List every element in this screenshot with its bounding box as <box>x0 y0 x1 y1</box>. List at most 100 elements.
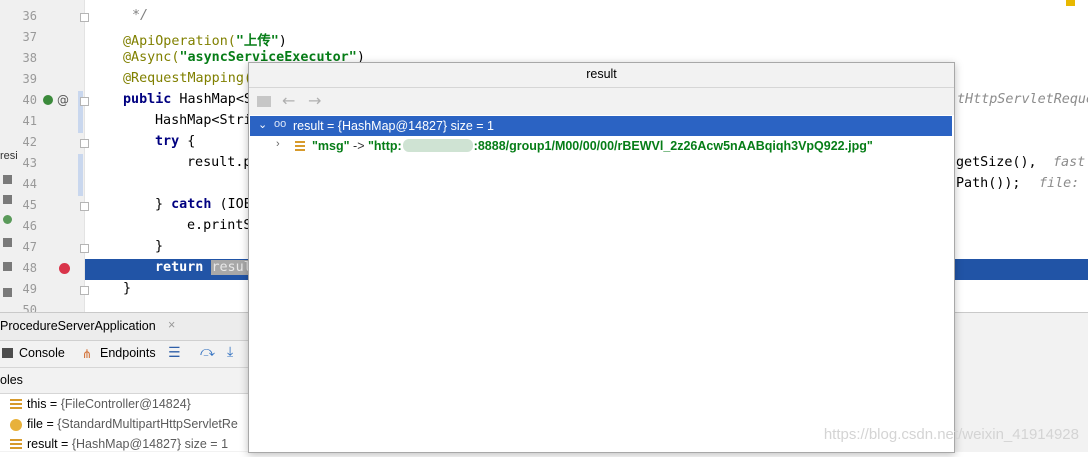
list-item[interactable]: result = {HashMap@14827} size = 1 <box>10 437 228 457</box>
code-token: (IOE <box>211 197 252 212</box>
redacted-blur <box>402 139 473 152</box>
line-number: 36 <box>22 9 37 23</box>
fold-marker[interactable] <box>80 244 89 253</box>
var-value: {FileController@14824} <box>60 397 191 411</box>
code-line-39: @RequestMapping( <box>123 71 252 86</box>
popup-toolbar: ← → <box>249 88 954 115</box>
debug-toolbar: Console ⋔ Endpoints ☰ ⤼ ⤓ <box>0 341 248 368</box>
param-hint: tHttpServletReque <box>957 92 1088 107</box>
list-item[interactable]: file = {StandardMultipartHttpServletRe <box>10 417 238 437</box>
entry-arrow: -> <box>349 139 368 153</box>
run-tab-bar: ProcedureServerApplication × <box>0 313 248 341</box>
line-number: 43 <box>22 156 37 170</box>
keyword-token: public <box>123 92 172 107</box>
fold-marker[interactable] <box>80 13 89 22</box>
code-token: } <box>155 197 172 212</box>
inspect-popup[interactable]: result ← → ⌄ oo result = {HashMap@14827}… <box>248 62 955 453</box>
var-value: {HashMap@14827} size = 1 <box>71 437 229 451</box>
inline-value-hint: fast <box>1053 155 1086 170</box>
var-eq: = <box>42 417 58 431</box>
spring-bean-icon[interactable] <box>43 95 53 105</box>
code-line-47: } <box>155 239 164 254</box>
line-number: 40 <box>22 93 37 107</box>
field-icon <box>10 398 22 411</box>
code-line-46: e.printS <box>187 218 252 233</box>
tree-root-label: result = {HashMap@14827} size = 1 <box>293 119 495 133</box>
left-strip-icon[interactable] <box>3 288 12 297</box>
watermark: https://blog.csdn.net/weixin_41914928 <box>823 426 1079 443</box>
line-number: 39 <box>22 72 37 86</box>
code-line-49: } <box>123 281 132 296</box>
var-name: file <box>27 417 43 431</box>
code-line-37: @ApiOperation("上传") <box>123 29 287 49</box>
fold-marker[interactable] <box>80 97 89 106</box>
view-icon[interactable] <box>257 96 271 107</box>
left-strip-icon[interactable] <box>3 238 12 247</box>
left-strip-icon[interactable] <box>3 175 12 184</box>
back-arrow-icon[interactable]: ← <box>282 91 295 110</box>
step-over-icon[interactable]: ⤼ <box>200 344 215 360</box>
code-token: HashMap<S <box>171 92 252 107</box>
line-number: 46 <box>22 219 37 233</box>
annotation-gutter-icon[interactable]: @ <box>57 93 69 107</box>
keyword-token: try <box>155 134 180 149</box>
var-value: {StandardMultipartHttpServletRe <box>57 417 238 431</box>
code-line-45: } catch (IOE <box>155 197 252 212</box>
annotation-token: @Async( <box>123 50 180 65</box>
annotation-token: @ApiOperation( <box>123 34 236 49</box>
console-tab[interactable]: Console <box>19 346 65 360</box>
code-fragment: Path()); <box>956 176 1021 191</box>
code-line-42: try { <box>155 134 195 149</box>
code-line-41: HashMap<Stri <box>155 113 252 128</box>
forward-arrow-icon[interactable]: → <box>308 91 321 110</box>
punct-token: ) <box>278 34 287 49</box>
line-number: 47 <box>22 240 37 254</box>
var-name: this <box>27 397 47 411</box>
endpoints-tab[interactable]: Endpoints <box>100 346 156 360</box>
code-token: { <box>179 134 196 149</box>
list-item[interactable]: this = {FileController@14824} <box>10 397 191 417</box>
code-fragment: getSize(), <box>956 155 1037 170</box>
tree-row[interactable]: › "msg" -> "http: :8888/group1/M00/00/00/… <box>250 136 952 156</box>
warning-icon[interactable] <box>1066 0 1075 6</box>
line-number: 44 <box>22 177 37 191</box>
var-eq: = <box>46 397 61 411</box>
var-eq: = <box>57 437 72 451</box>
entry-value-prefix: "http: <box>367 139 402 153</box>
menu-icon[interactable]: ☰ <box>168 345 181 361</box>
left-strip-icon[interactable] <box>3 215 12 224</box>
line-number: 45 <box>22 198 37 212</box>
line-number: 48 <box>22 261 37 275</box>
entry-key: "msg" <box>312 139 350 153</box>
code-line-43: result.p <box>187 155 252 170</box>
watch-icon: oo <box>274 118 287 130</box>
popup-title[interactable]: result <box>249 63 954 88</box>
keyword-token: return <box>155 260 204 275</box>
line-number: 42 <box>22 135 37 149</box>
left-strip-label: resi <box>0 150 17 162</box>
field-icon <box>10 438 22 451</box>
run-config-tab[interactable]: ProcedureServerApplication <box>0 319 156 333</box>
fold-marker[interactable] <box>80 286 89 295</box>
map-entry: "msg" -> "http: :8888/group1/M00/00/00/rB… <box>312 139 873 153</box>
code-token: resul <box>211 260 252 275</box>
close-icon[interactable]: × <box>168 318 175 332</box>
left-strip-icon[interactable] <box>3 262 12 271</box>
tree-row-selected[interactable]: ⌄ oo result = {HashMap@14827} size = 1 <box>250 116 952 136</box>
chevron-down-icon[interactable]: ⌄ <box>258 118 267 131</box>
keyword-token: catch <box>171 197 212 212</box>
breakpoint-icon[interactable] <box>59 263 70 274</box>
chevron-right-icon[interactable]: › <box>276 138 280 150</box>
var-name: result <box>27 437 58 451</box>
code-line-36: */ <box>132 8 149 23</box>
variables-list[interactable]: this = {FileController@14824} file = {St… <box>0 394 248 451</box>
entry-value-suffix: :8888/group1/M00/00/00/rBEWVl_2z26Acw5nA… <box>473 139 873 153</box>
entry-icon <box>295 141 305 151</box>
code-line-48: return resul <box>155 260 252 275</box>
left-strip-icon[interactable] <box>3 195 12 204</box>
inline-value-hint: file: <box>1039 176 1080 191</box>
step-into-icon[interactable]: ⤓ <box>227 344 233 360</box>
fold-marker[interactable] <box>80 139 89 148</box>
fold-marker[interactable] <box>80 202 89 211</box>
parameter-icon <box>10 418 22 431</box>
